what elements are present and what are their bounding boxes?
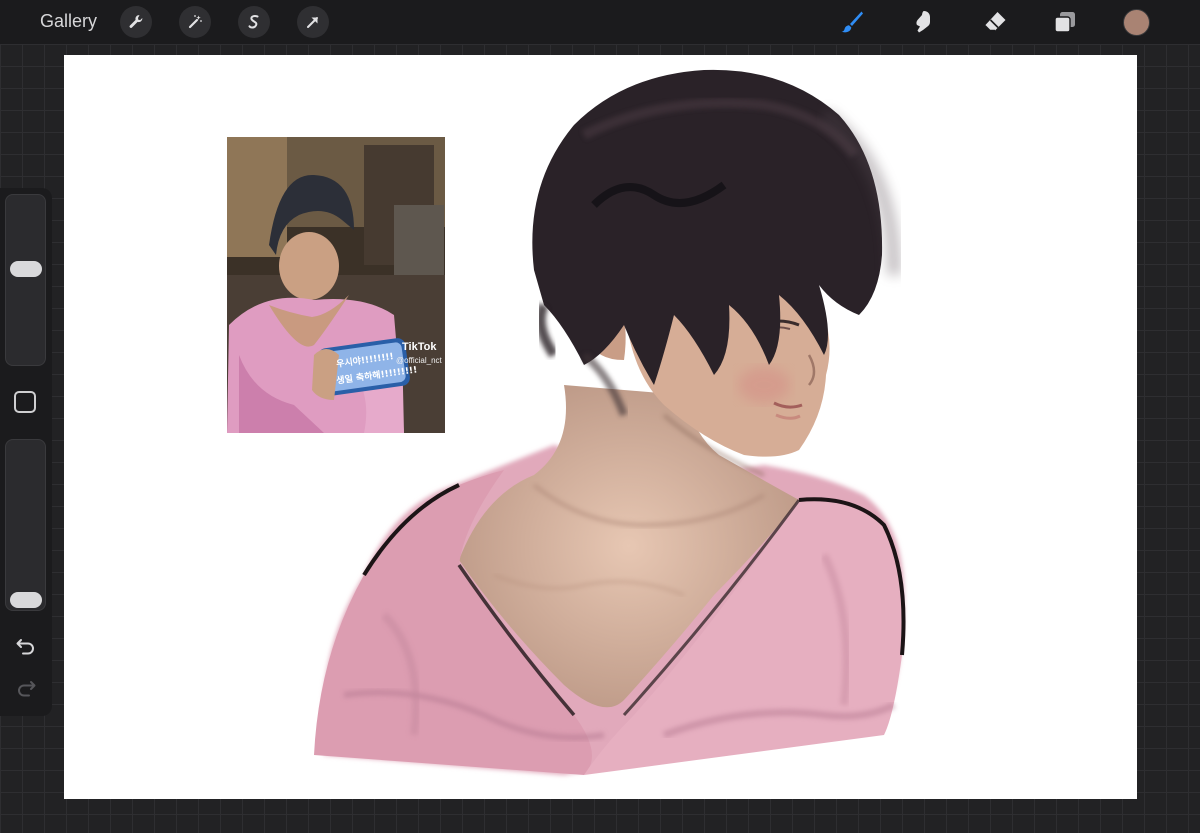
- smudge-icon: [916, 11, 930, 33]
- smudge-button[interactable]: [907, 6, 939, 38]
- drawing-canvas[interactable]: TikTok @official_nct 우시야!!!!!!!! 생일 축하해!…: [64, 55, 1137, 799]
- wrench-icon: [129, 15, 143, 28]
- undo-icon: [16, 639, 34, 655]
- gallery-button[interactable]: Gallery: [40, 11, 97, 32]
- brush-button[interactable]: [836, 6, 868, 38]
- selection-button[interactable]: [238, 6, 270, 38]
- left-sidebar: [0, 188, 52, 716]
- brush-size-thumb[interactable]: [10, 261, 42, 278]
- transform-arrow-icon: [307, 17, 318, 28]
- transform-button[interactable]: [297, 6, 329, 38]
- adjustments-button[interactable]: [179, 6, 211, 38]
- modifier-square-icon[interactable]: [14, 391, 36, 413]
- redo-icon: [18, 681, 36, 697]
- actions-button[interactable]: [120, 6, 152, 38]
- color-swatch[interactable]: [1123, 9, 1150, 36]
- opacity-thumb[interactable]: [10, 592, 42, 608]
- undo-button[interactable]: [12, 634, 40, 658]
- selection-icon: [248, 15, 259, 29]
- top-toolbar: Gallery: [0, 0, 1200, 44]
- brush-size-slider[interactable]: [5, 194, 46, 366]
- painting-artwork: [227, 69, 906, 775]
- brush-icon: [841, 11, 863, 33]
- redo-button[interactable]: [12, 676, 40, 700]
- eraser-button[interactable]: [979, 6, 1011, 38]
- tiktok-watermark: TikTok: [402, 341, 437, 353]
- layers-button[interactable]: [1049, 6, 1081, 38]
- eraser-icon: [984, 12, 1006, 32]
- reference-photo[interactable]: [227, 137, 445, 433]
- opacity-slider[interactable]: [5, 439, 46, 611]
- layers-icon: [1054, 12, 1075, 33]
- magic-wand-icon: [188, 15, 202, 29]
